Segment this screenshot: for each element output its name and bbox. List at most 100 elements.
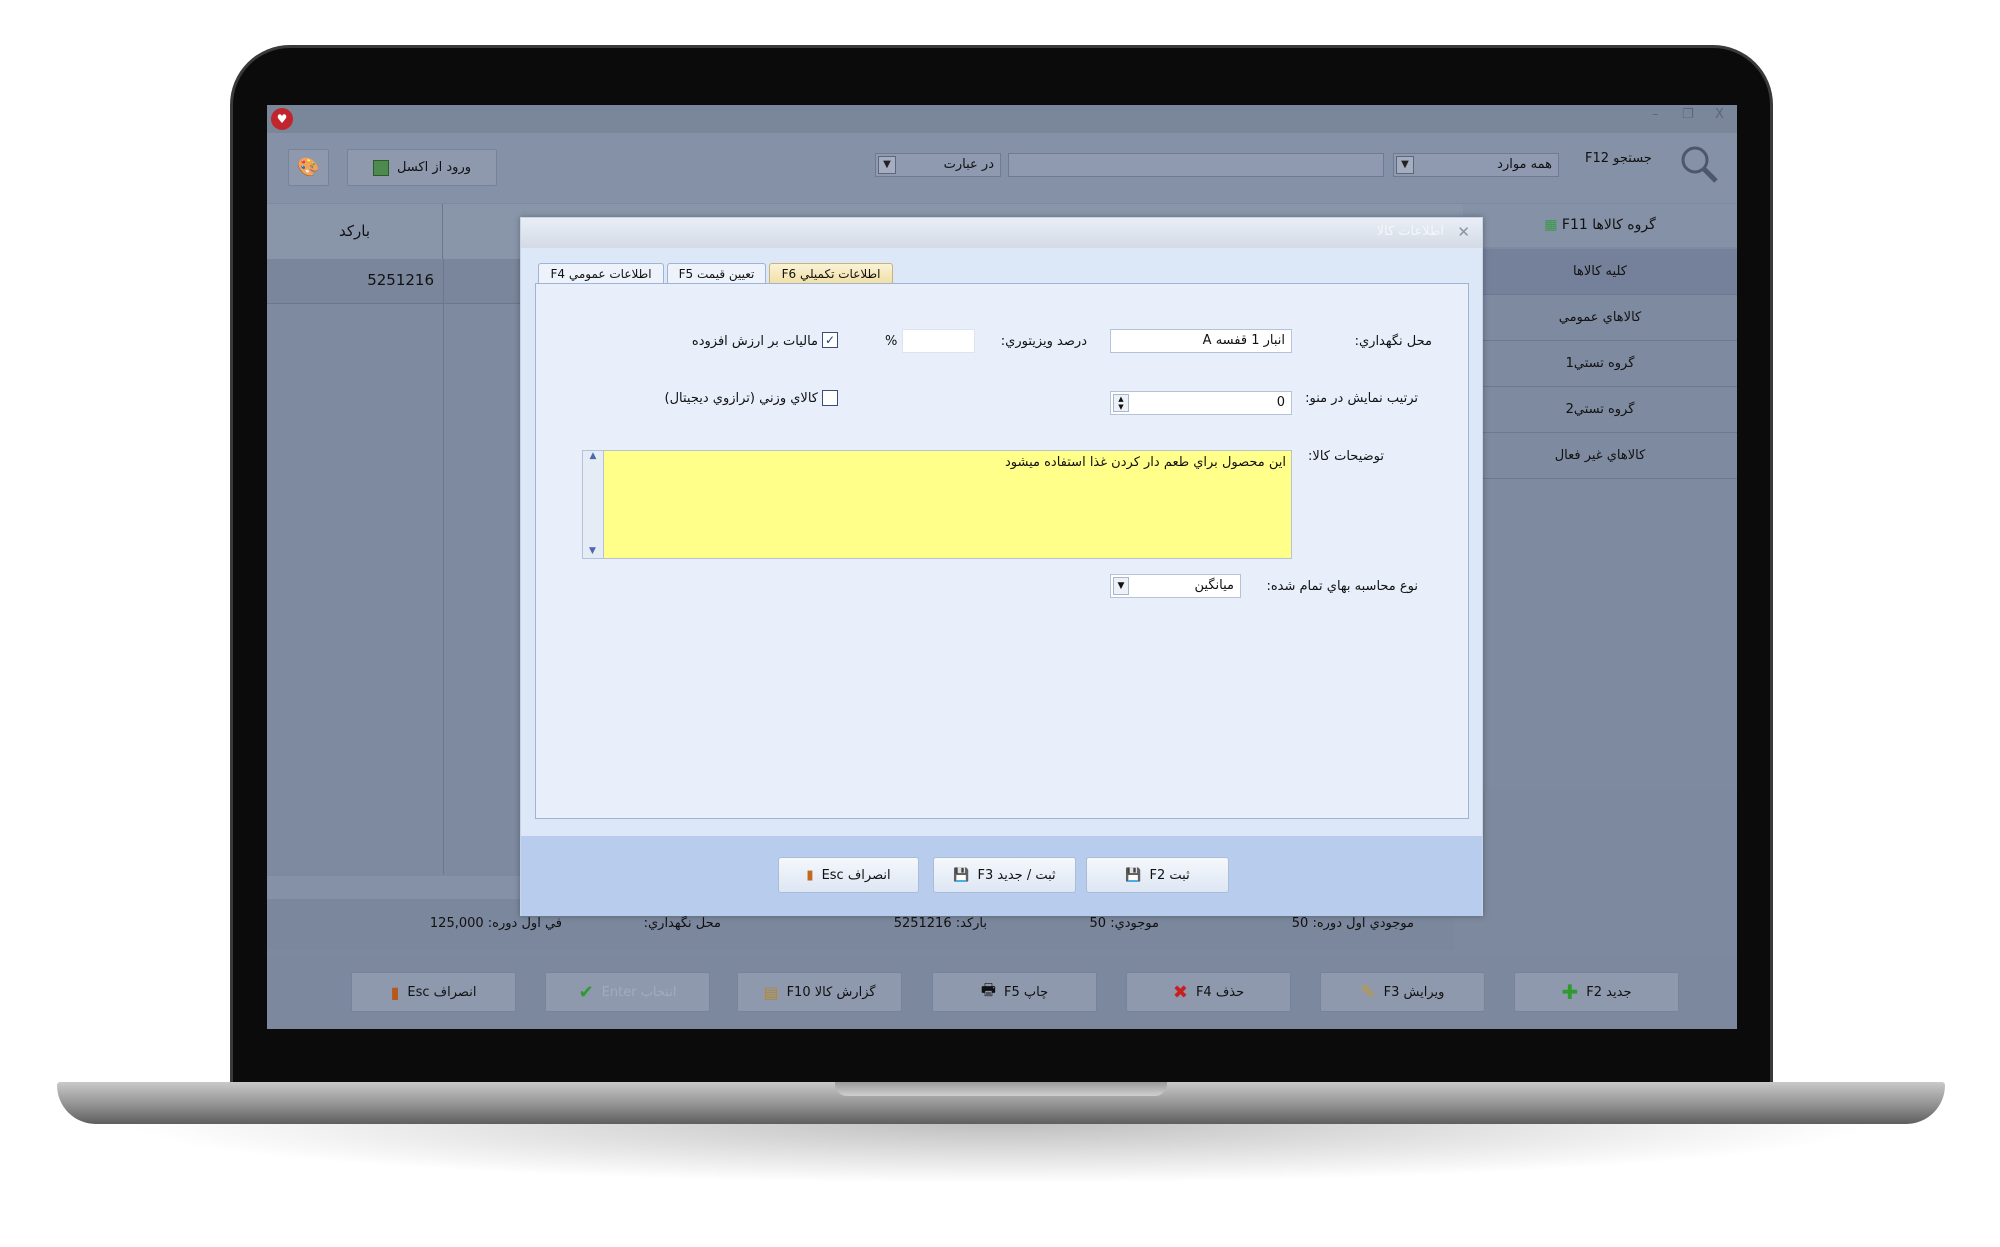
cancel-label: انصراف Esc [407,984,477,1000]
cost-method-label: نوع محاسبه بهاي تمام شده: [1266,579,1418,594]
cost-method-value: ميانگين [1194,578,1234,593]
report-icon: ▤ [763,982,779,1002]
chevron-down-icon[interactable]: ▼ [878,156,896,174]
new-button[interactable]: جديد F2 ✚ [1514,972,1679,1012]
print-label: چاپ F5 [1004,984,1049,1000]
app-logo-icon: ♥ [271,108,293,130]
status-location: محل نگهداري: [643,916,721,931]
report-label: گزارش كالا F10 [786,984,876,1000]
dialog-footer: ثبت F2 💾 ثبت / جديد F3 💾 انصراف Esc ▮ [521,836,1482,916]
palette-icon: 🎨 [297,157,320,178]
status-opening-price: في اول دوره: 125,000 [429,916,562,931]
excel-icon [372,159,389,176]
minimize-button[interactable]: – [1652,107,1659,122]
pencil-icon: ✎ [1360,981,1376,1003]
printer-icon: 🖶 [980,979,996,999]
search-match-value: در عبارت [943,157,994,172]
tab-panel: محل نگهداري: انبار 1 قفسه A درصد ويزيتور… [535,283,1469,819]
group-header[interactable]: گروه كالاها F11 ▦ [1463,204,1737,247]
weighted-item-checkbox[interactable] [822,390,838,406]
search-input[interactable] [1008,153,1384,177]
storage-label: محل نگهداري: [1354,334,1432,349]
cost-method-combo[interactable]: ميانگين ▼ [1110,574,1241,598]
column-divider [443,259,444,874]
chevron-down-icon[interactable]: ▼ [1396,156,1414,174]
visitor-percent-label: درصد ويزيتوري: [1000,334,1087,349]
status-stock: موجودي: 50 [1089,916,1159,931]
dialog-cancel-button[interactable]: انصراف Esc ▮ [778,857,919,893]
delete-label: حذف F4 [1195,984,1245,1000]
group-panel: گروه كالاها F11 ▦ كليه كالاها كالاهاي عم… [1463,204,1737,789]
storage-input[interactable]: انبار 1 قفسه A [1110,329,1292,353]
description-textarea[interactable]: اين محصول براي طعم دار كردن غذا استفاده … [582,450,1292,559]
description-label: توضيحات كالا: [1308,449,1384,464]
report-button[interactable]: گزارش كالا F10 ▤ [737,972,902,1012]
checkmark-icon: ✔ [578,981,594,1003]
maximize-button[interactable]: ❐ [1682,107,1694,122]
search-label: جستجو F12 [1585,151,1652,166]
scroll-up-icon[interactable]: ▲ [583,451,603,461]
tab-general-info[interactable]: اطلاعات عمومي F4 [538,263,664,284]
delete-button[interactable]: حذف F4 ✖ [1126,972,1291,1012]
group-item-test1[interactable]: گروه تستي1 [1463,341,1737,387]
menu-order-value: 0 [1276,395,1285,410]
door-exit-icon: ▮ [390,982,400,1002]
action-bar: جديد F2 ✚ ويرايش F3 ✎ حذف F4 ✖ چاپ F5 🖶 گزار… [267,955,1737,1029]
group-item-test2[interactable]: گروه تستي2 [1463,387,1737,433]
floppy-icon: 💾 [953,867,970,883]
select-button[interactable]: انتخاب Enter ✔ [545,972,710,1012]
vertical-scrollbar[interactable]: ▲ ▼ [583,451,604,558]
tab-pricing[interactable]: تعيين قيمت F5 [667,263,766,284]
tab-additional-info[interactable]: اطلاعات تكميلي F6 [769,263,893,284]
delete-x-icon: ✖ [1172,981,1188,1003]
item-info-dialog: اطلاعات كالا ✕ اطلاعات عمومي F4 تعيين قي… [520,217,1483,916]
edit-button[interactable]: ويرايش F3 ✎ [1320,972,1485,1012]
dialog-cancel-label: انصراف Esc [821,867,891,883]
palette-button[interactable]: 🎨 [288,149,329,186]
barcode-cell: 5251216 [367,271,434,289]
dialog-title: اطلاعات كالا [1376,224,1444,239]
group-item-general[interactable]: كالاهاي عمومي [1463,295,1737,341]
dialog-title-bar: اطلاعات كالا ✕ [521,218,1482,248]
search-scope-combo[interactable]: همه موارد ▼ [1393,153,1559,177]
cancel-button[interactable]: انصراف Esc ▮ [351,972,516,1012]
laptop-shadow [120,1124,1880,1184]
plus-icon: ✚ [1561,980,1579,1004]
scroll-down-icon[interactable]: ▼ [583,546,602,556]
select-label: انتخاب Enter [601,984,677,1000]
search-icon[interactable] [1680,145,1718,183]
menu-order-spinner[interactable]: 0 ▲ ▼ [1110,391,1292,415]
save-label: ثبت F2 [1149,867,1190,883]
search-scope-value: همه موارد [1497,157,1552,172]
group-item-inactive[interactable]: كالاهاي غير فعال [1463,433,1737,479]
menu-order-label: ترتيب نمايش در منو: [1305,391,1418,406]
save-new-button[interactable]: ثبت / جديد F3 💾 [933,857,1076,893]
group-header-label: گروه كالاها F11 [1561,217,1656,233]
description-text: اين محصول براي طعم دار كردن غذا استفاده … [1005,455,1286,470]
laptop-notch [835,1082,1167,1096]
dialog-close-icon[interactable]: ✕ [1457,223,1470,241]
edit-label: ويرايش F3 [1383,984,1445,1000]
door-exit-icon: ▮ [806,867,814,883]
status-barcode: باركد: 5251216 [893,916,987,931]
floppy-icon: 💾 [1125,867,1142,883]
spin-arrows-icon[interactable]: ▲ ▼ [1113,394,1129,412]
chevron-down-icon[interactable]: ▼ [1113,577,1129,595]
import-excel-label: ورود از اكسل [396,160,472,175]
grid-dots-icon: ▦ [1544,217,1558,233]
column-header-barcode[interactable]: باركد [267,204,443,259]
visitor-percent-input[interactable] [902,329,975,353]
group-item-all[interactable]: كليه كالاها [1463,249,1737,295]
print-button[interactable]: چاپ F5 🖶 [932,972,1097,1012]
new-label: جديد F2 [1586,984,1632,1000]
import-excel-button[interactable]: ورود از اكسل [347,149,497,186]
search-match-combo[interactable]: در عبارت ▼ [875,153,1001,177]
vat-label: ماليات بر ارزش افزوده [691,334,818,349]
title-bar: ♥ – ❐ X [267,105,1737,133]
save-button[interactable]: ثبت F2 💾 [1086,857,1229,893]
vat-checkbox[interactable]: ✓ [822,332,838,348]
weighted-item-label: كالاي وزني (ترازوي ديجيتال) [664,391,818,406]
percent-sign: % [885,334,898,349]
save-new-label: ثبت / جديد F3 [977,867,1056,883]
close-button[interactable]: X [1715,107,1724,122]
